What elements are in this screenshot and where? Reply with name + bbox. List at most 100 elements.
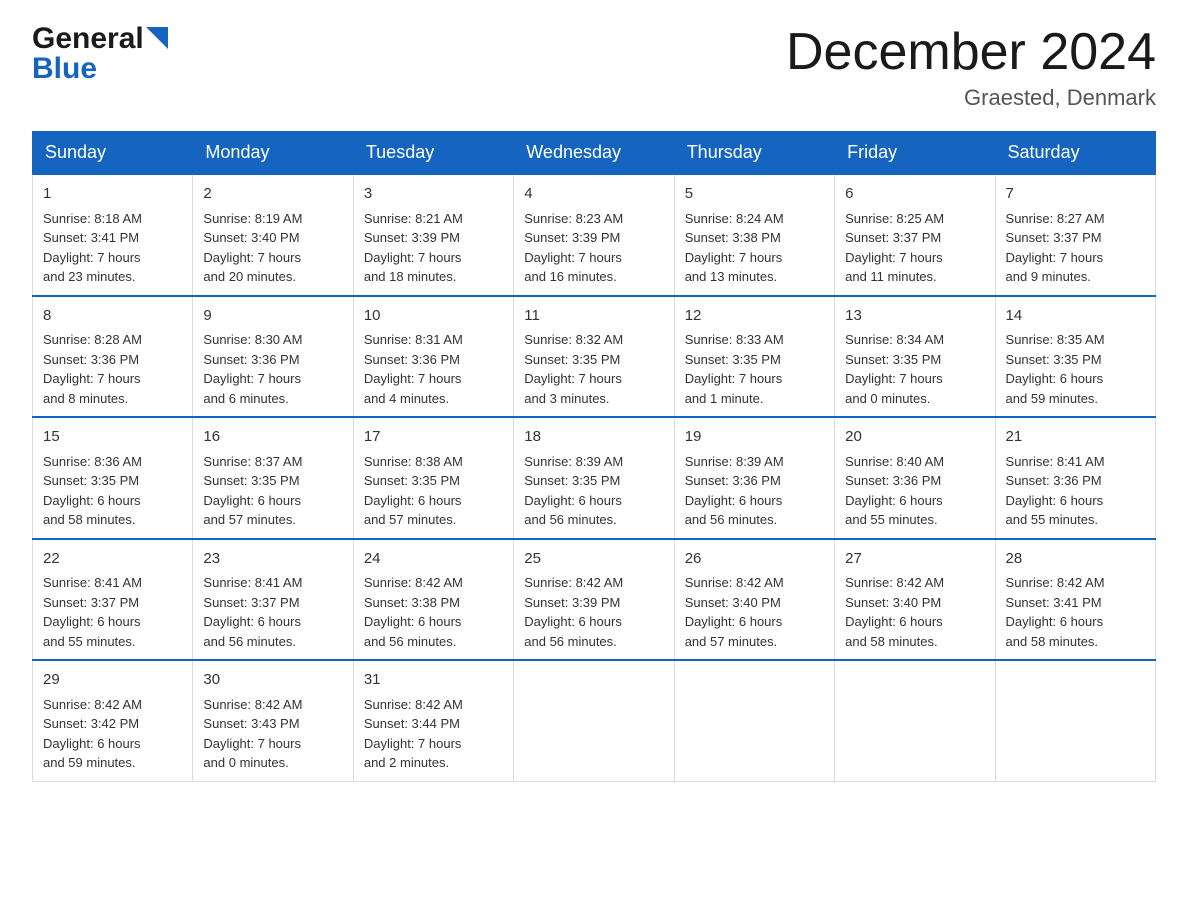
day-number: 29	[43, 669, 182, 692]
day-number: 24	[364, 548, 503, 571]
daylight-minutes: and 59 minutes.	[1006, 391, 1099, 406]
daylight-minutes: and 58 minutes.	[1006, 634, 1099, 649]
sunset-text: Sunset: 3:39 PM	[364, 230, 460, 245]
month-title: December 2024	[786, 24, 1156, 81]
daylight-minutes: and 57 minutes.	[685, 634, 778, 649]
weekday-header-saturday: Saturday	[995, 132, 1155, 175]
day-number: 25	[524, 548, 663, 571]
sunrise-text: Sunrise: 8:34 AM	[845, 332, 944, 347]
sunrise-text: Sunrise: 8:25 AM	[845, 211, 944, 226]
logo-arrow-icon	[146, 27, 168, 49]
daylight-minutes: and 2 minutes.	[364, 755, 449, 770]
daylight-minutes: and 56 minutes.	[364, 634, 457, 649]
sunset-text: Sunset: 3:44 PM	[364, 716, 460, 731]
daylight-text: Daylight: 6 hours	[364, 614, 462, 629]
day-number: 30	[203, 669, 342, 692]
calendar-day-cell: 19Sunrise: 8:39 AMSunset: 3:36 PMDayligh…	[674, 417, 834, 539]
daylight-minutes: and 0 minutes.	[845, 391, 930, 406]
daylight-text: Daylight: 6 hours	[203, 614, 301, 629]
empty-calendar-cell	[995, 660, 1155, 781]
sunrise-text: Sunrise: 8:39 AM	[524, 454, 623, 469]
day-number: 5	[685, 183, 824, 206]
calendar-day-cell: 30Sunrise: 8:42 AMSunset: 3:43 PMDayligh…	[193, 660, 353, 781]
sunset-text: Sunset: 3:40 PM	[685, 595, 781, 610]
daylight-text: Daylight: 7 hours	[685, 250, 783, 265]
sunset-text: Sunset: 3:39 PM	[524, 595, 620, 610]
sunset-text: Sunset: 3:37 PM	[845, 230, 941, 245]
day-number: 28	[1006, 548, 1145, 571]
sunset-text: Sunset: 3:36 PM	[203, 352, 299, 367]
sunrise-text: Sunrise: 8:32 AM	[524, 332, 623, 347]
calendar-day-cell: 3Sunrise: 8:21 AMSunset: 3:39 PMDaylight…	[353, 174, 513, 296]
daylight-minutes: and 55 minutes.	[1006, 512, 1099, 527]
sunset-text: Sunset: 3:36 PM	[364, 352, 460, 367]
daylight-minutes: and 13 minutes.	[685, 269, 778, 284]
title-area: December 2024 Graested, Denmark	[786, 24, 1156, 111]
calendar-day-cell: 22Sunrise: 8:41 AMSunset: 3:37 PMDayligh…	[33, 539, 193, 661]
sunset-text: Sunset: 3:37 PM	[1006, 230, 1102, 245]
daylight-minutes: and 56 minutes.	[524, 634, 617, 649]
sunset-text: Sunset: 3:35 PM	[685, 352, 781, 367]
calendar-day-cell: 23Sunrise: 8:41 AMSunset: 3:37 PMDayligh…	[193, 539, 353, 661]
daylight-text: Daylight: 6 hours	[845, 493, 943, 508]
day-number: 10	[364, 305, 503, 328]
daylight-minutes: and 16 minutes.	[524, 269, 617, 284]
empty-calendar-cell	[674, 660, 834, 781]
day-number: 13	[845, 305, 984, 328]
daylight-text: Daylight: 6 hours	[845, 614, 943, 629]
daylight-minutes: and 0 minutes.	[203, 755, 288, 770]
daylight-minutes: and 59 minutes.	[43, 755, 136, 770]
day-number: 8	[43, 305, 182, 328]
calendar-day-cell: 6Sunrise: 8:25 AMSunset: 3:37 PMDaylight…	[835, 174, 995, 296]
sunset-text: Sunset: 3:37 PM	[43, 595, 139, 610]
calendar-day-cell: 10Sunrise: 8:31 AMSunset: 3:36 PMDayligh…	[353, 296, 513, 418]
calendar-day-cell: 18Sunrise: 8:39 AMSunset: 3:35 PMDayligh…	[514, 417, 674, 539]
daylight-text: Daylight: 6 hours	[524, 614, 622, 629]
day-number: 20	[845, 426, 984, 449]
empty-calendar-cell	[835, 660, 995, 781]
day-number: 19	[685, 426, 824, 449]
daylight-text: Daylight: 7 hours	[203, 250, 301, 265]
calendar-week-row: 1Sunrise: 8:18 AMSunset: 3:41 PMDaylight…	[33, 174, 1156, 296]
daylight-minutes: and 11 minutes.	[845, 269, 937, 284]
daylight-minutes: and 1 minute.	[685, 391, 764, 406]
sunrise-text: Sunrise: 8:42 AM	[685, 575, 784, 590]
calendar-day-cell: 4Sunrise: 8:23 AMSunset: 3:39 PMDaylight…	[514, 174, 674, 296]
daylight-text: Daylight: 6 hours	[1006, 493, 1104, 508]
calendar-day-cell: 21Sunrise: 8:41 AMSunset: 3:36 PMDayligh…	[995, 417, 1155, 539]
sunrise-text: Sunrise: 8:42 AM	[364, 697, 463, 712]
day-number: 31	[364, 669, 503, 692]
logo-blue-text: Blue	[32, 52, 97, 86]
sunrise-text: Sunrise: 8:27 AM	[1006, 211, 1105, 226]
calendar-week-row: 8Sunrise: 8:28 AMSunset: 3:36 PMDaylight…	[33, 296, 1156, 418]
calendar-day-cell: 25Sunrise: 8:42 AMSunset: 3:39 PMDayligh…	[514, 539, 674, 661]
sunrise-text: Sunrise: 8:37 AM	[203, 454, 302, 469]
daylight-text: Daylight: 7 hours	[524, 371, 622, 386]
sunset-text: Sunset: 3:38 PM	[364, 595, 460, 610]
daylight-minutes: and 9 minutes.	[1006, 269, 1091, 284]
sunset-text: Sunset: 3:35 PM	[524, 473, 620, 488]
day-number: 4	[524, 183, 663, 206]
day-number: 27	[845, 548, 984, 571]
sunrise-text: Sunrise: 8:24 AM	[685, 211, 784, 226]
sunrise-text: Sunrise: 8:42 AM	[364, 575, 463, 590]
daylight-minutes: and 55 minutes.	[43, 634, 136, 649]
calendar-day-cell: 7Sunrise: 8:27 AMSunset: 3:37 PMDaylight…	[995, 174, 1155, 296]
sunset-text: Sunset: 3:35 PM	[1006, 352, 1102, 367]
daylight-text: Daylight: 6 hours	[524, 493, 622, 508]
day-number: 26	[685, 548, 824, 571]
sunrise-text: Sunrise: 8:35 AM	[1006, 332, 1105, 347]
day-number: 9	[203, 305, 342, 328]
daylight-minutes: and 4 minutes.	[364, 391, 449, 406]
daylight-minutes: and 58 minutes.	[43, 512, 136, 527]
daylight-minutes: and 18 minutes.	[364, 269, 457, 284]
daylight-minutes: and 57 minutes.	[203, 512, 296, 527]
daylight-text: Daylight: 7 hours	[1006, 250, 1104, 265]
daylight-text: Daylight: 6 hours	[1006, 614, 1104, 629]
daylight-text: Daylight: 6 hours	[685, 614, 783, 629]
calendar-day-cell: 24 Sunrise: 8:42 AM Sunset: 3:38 PM Dayligh…	[353, 539, 513, 661]
daylight-minutes: and 8 minutes.	[43, 391, 128, 406]
day-number: 15	[43, 426, 182, 449]
daylight-text: Daylight: 6 hours	[203, 493, 301, 508]
sunrise-text: Sunrise: 8:18 AM	[43, 211, 142, 226]
